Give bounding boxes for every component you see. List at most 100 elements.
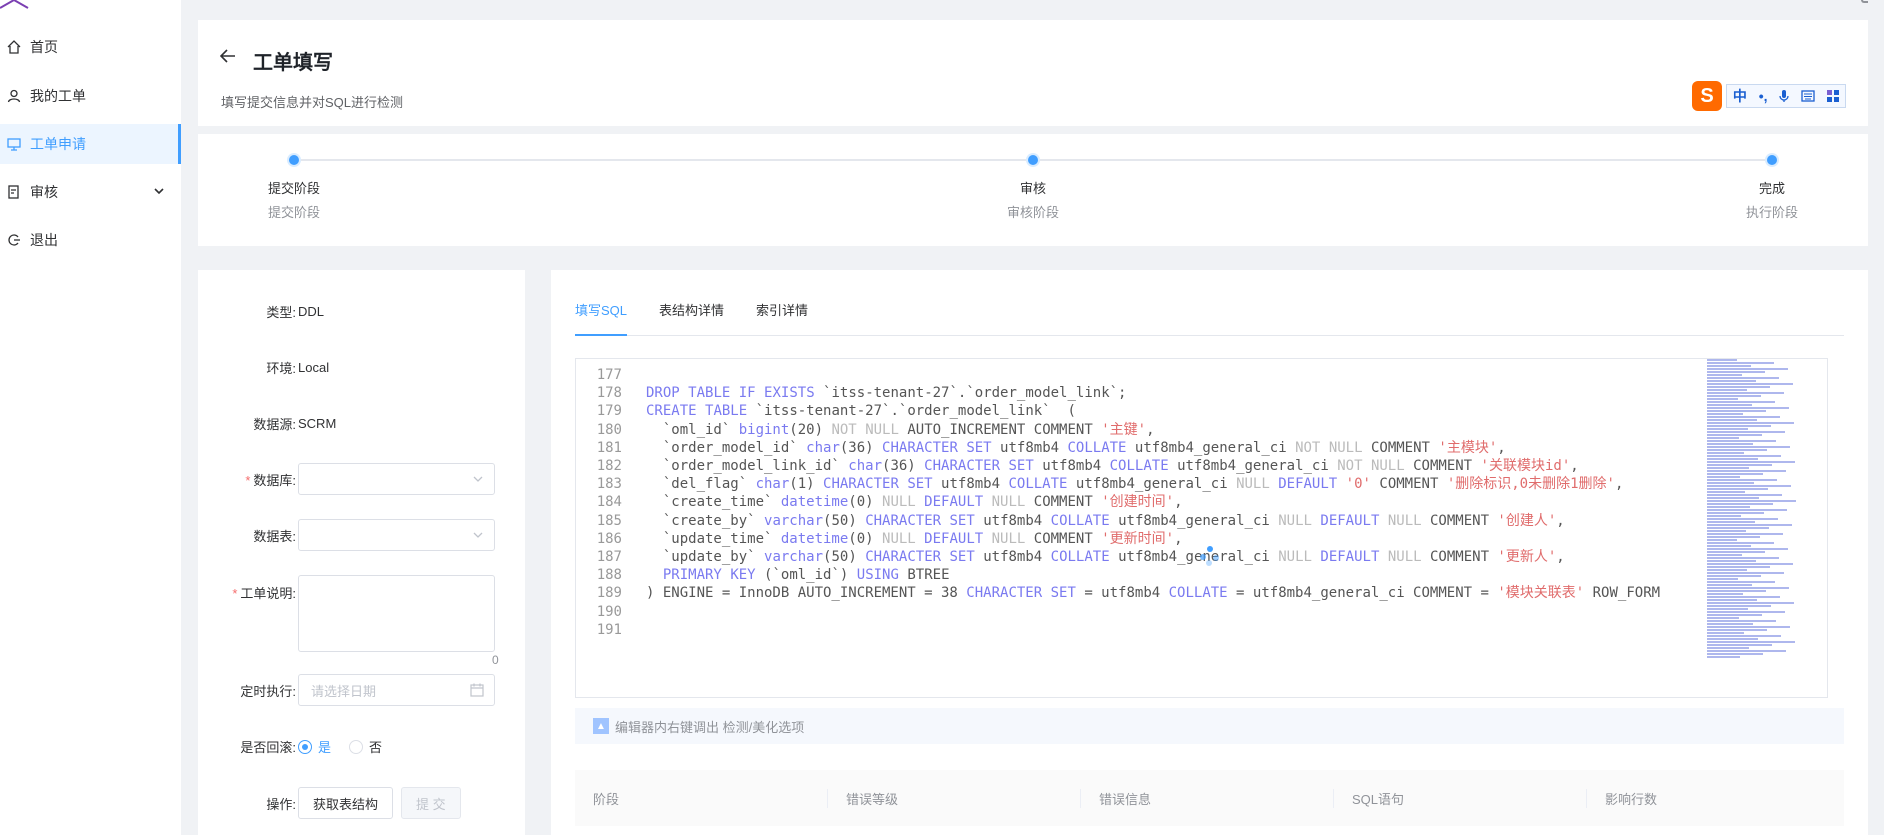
minimap-line: [1707, 506, 1750, 508]
minimap-line: [1707, 509, 1787, 511]
sogou-logo-icon[interactable]: S: [1692, 81, 1722, 111]
required-mark: *: [245, 472, 251, 488]
minimap-line: [1707, 413, 1743, 415]
ime-options[interactable]: 中 •,: [1726, 84, 1846, 108]
keyboard-icon[interactable]: [1801, 90, 1815, 102]
minimap-line: [1707, 428, 1748, 430]
sidebar-item-label: 退出: [30, 232, 58, 248]
fetch-schema-button[interactable]: 获取表结构: [298, 787, 394, 819]
schedule-date-picker[interactable]: 请选择日期: [298, 674, 495, 706]
source-value: SCRM: [298, 416, 337, 431]
page-scrollbar[interactable]: [1868, 0, 1884, 835]
code-minimap[interactable]: [1699, 359, 1809, 669]
sidebar-item-order-apply[interactable]: 工单申请: [0, 124, 181, 164]
tab-write-sql[interactable]: 填写SQL: [575, 300, 627, 331]
ime-chinese-toggle[interactable]: 中: [1733, 86, 1747, 106]
step-complete: 完成 执行阶段: [1712, 134, 1832, 221]
minimap-line: [1707, 503, 1773, 505]
description-textarea[interactable]: [298, 575, 495, 652]
step-review: 审核 审核阶段: [973, 134, 1093, 221]
minimap-line: [1707, 410, 1766, 412]
minimap-line: [1707, 524, 1792, 526]
minimap-line: [1707, 395, 1761, 397]
ime-toolbar[interactable]: S 中 •,: [1692, 81, 1846, 111]
tabs-divider: [575, 335, 1844, 336]
grid-menu-icon[interactable]: [1827, 90, 1840, 102]
minimap-line: [1707, 374, 1742, 376]
minimap-line: [1707, 479, 1777, 481]
minimap-line: [1707, 389, 1747, 391]
column-header: 阶段: [575, 788, 828, 808]
minimap-line: [1707, 443, 1753, 445]
minimap-line: [1707, 611, 1785, 613]
table-select[interactable]: [298, 519, 495, 551]
minimap-line: [1707, 578, 1738, 580]
sidebar-item-label: 首页: [30, 39, 58, 55]
minimap-line: [1707, 461, 1795, 463]
minimap-line: [1707, 494, 1782, 496]
minimap-line: [1707, 518, 1778, 520]
minimap-line: [1707, 515, 1741, 517]
database-select[interactable]: [298, 463, 495, 495]
rollback-label: 是否回滚:: [240, 740, 296, 755]
source-label: 数据源:: [253, 417, 296, 432]
minimap-line: [1707, 548, 1788, 550]
step-desc: 执行阶段: [1745, 205, 1798, 220]
step-title: 审核: [1019, 181, 1046, 196]
date-placeholder: 请选择日期: [311, 683, 377, 699]
minimap-line: [1707, 416, 1780, 418]
minimap-line: [1707, 626, 1790, 628]
sidebar-item-my-orders[interactable]: 我的工单: [0, 76, 181, 116]
minimap-line: [1707, 371, 1765, 373]
minimap-line: [1707, 638, 1758, 640]
code-line[interactable]: 191: [576, 619, 1716, 641]
sidebar-item-home[interactable]: 首页: [0, 27, 181, 67]
ime-punctuation-toggle[interactable]: •,: [1759, 88, 1768, 104]
progress-steps: 提交阶段 提交阶段 审核 审核阶段 完成 执行阶段: [198, 134, 1868, 246]
top-bar: [181, 0, 1884, 18]
minimap-line: [1707, 590, 1766, 592]
editor-hint: ▲ 编辑器内右键调出 检测/美化选项: [575, 708, 1844, 744]
minimap-line: [1707, 617, 1739, 619]
schedule-label: 定时执行:: [240, 683, 296, 699]
database-label: * 数据库:: [198, 470, 298, 489]
sidebar-item-label: 审核: [30, 184, 58, 200]
tab-index-details[interactable]: 索引详情: [756, 300, 808, 331]
microphone-icon[interactable]: [1779, 89, 1790, 103]
logout-icon: [6, 232, 22, 248]
submit-button[interactable]: 提 交: [401, 787, 461, 819]
minimap-line: [1707, 539, 1737, 541]
column-header: 错误信息: [1081, 788, 1334, 808]
step-desc: 审核阶段: [1006, 205, 1059, 220]
sql-code-editor[interactable]: 177 178 DROP TABLE IF EXISTS `itss-tenant-…: [575, 358, 1828, 698]
minimap-line: [1707, 359, 1737, 361]
sidebar-item-logout[interactable]: 退出: [0, 220, 181, 260]
required-mark: *: [232, 586, 238, 601]
minimap-line: [1707, 440, 1776, 442]
minimap-line: [1707, 551, 1765, 553]
back-arrow-icon[interactable]: [220, 49, 236, 63]
minimap-line: [1707, 425, 1771, 427]
radio-label: 是: [318, 740, 332, 755]
active-tab-indicator: [575, 334, 627, 336]
minimap-line: [1707, 656, 1740, 658]
rollback-yes-radio[interactable]: 是: [298, 737, 331, 756]
form-row-rollback: 是否回滚: 是 否: [198, 737, 525, 756]
loading-spinner-icon: [1200, 546, 1220, 566]
info-icon: ▲: [593, 718, 609, 734]
minimap-line: [1707, 500, 1796, 502]
minimap-line: [1707, 521, 1755, 523]
audit-icon: [6, 184, 22, 200]
minimap-line: [1707, 407, 1789, 409]
sidebar-item-audit[interactable]: 审核: [0, 172, 181, 212]
tab-table-structure[interactable]: 表结构详情: [659, 300, 724, 331]
line-number: 191: [596, 621, 622, 638]
minimap-line: [1707, 401, 1775, 403]
minimap-line: [1707, 431, 1785, 433]
editor-tabs: 填写SQL 表结构详情 索引详情: [575, 300, 840, 331]
minimap-line: [1707, 380, 1756, 382]
rollback-no-radio[interactable]: 否: [349, 737, 382, 756]
home-icon: [6, 39, 22, 55]
minimap-line: [1707, 584, 1752, 586]
minimap-line: [1707, 563, 1793, 565]
